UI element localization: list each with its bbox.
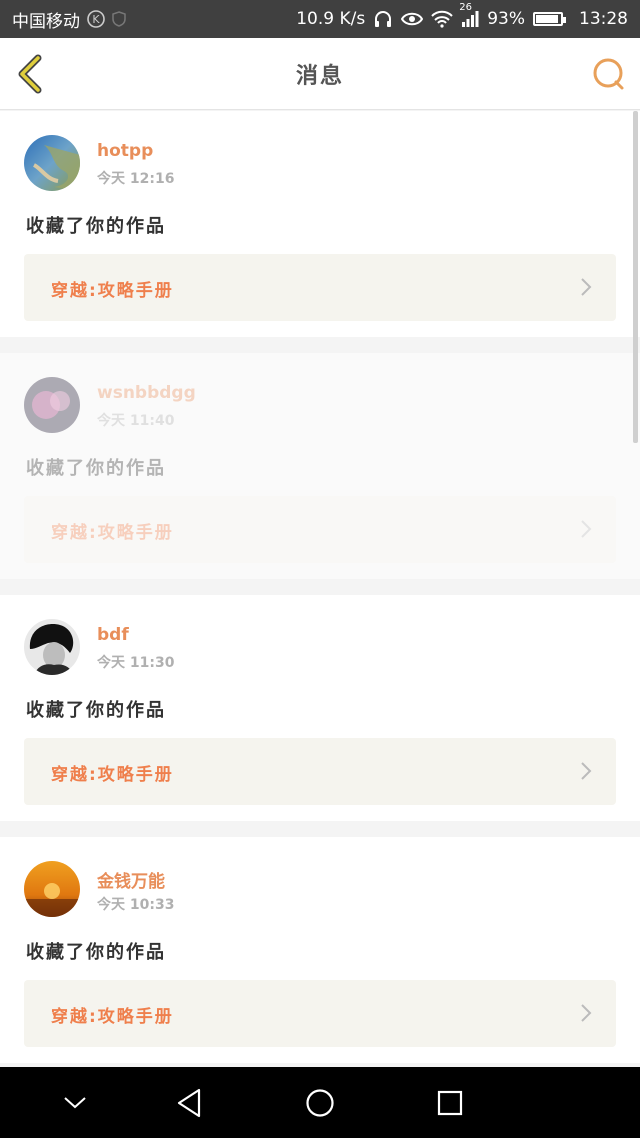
work-link[interactable]: 穿越:攻略手册 (24, 738, 616, 805)
message-text: 收藏了你的作品 (26, 942, 166, 963)
message-time: 今天 11:40 (97, 413, 175, 429)
message-card[interactable]: wsnbbdgg 今天 11:40 收藏了你的作品 穿越:攻略手册 (0, 353, 640, 579)
work-title: 穿越:攻略手册 (51, 281, 174, 301)
back-triangle-icon (177, 1088, 201, 1118)
header: 消息 (0, 38, 640, 110)
work-link[interactable]: 穿越:攻略手册 (24, 980, 616, 1047)
back-nav-button[interactable] (170, 1084, 208, 1122)
carrier-label: 中国移动 (12, 11, 80, 32)
avatar[interactable] (24, 135, 80, 191)
avatar[interactable] (24, 619, 80, 675)
message-text: 收藏了你的作品 (26, 216, 166, 237)
chevron-down-icon (64, 1097, 86, 1109)
message-card[interactable]: 金钱万能 今天 10:33 收藏了你的作品 穿越:攻略手册 (0, 837, 640, 1063)
battery-percent: 93% (487, 9, 525, 29)
chat-button[interactable] (590, 56, 626, 92)
chevron-right-icon (581, 278, 592, 296)
chevron-left-icon (18, 54, 42, 94)
username[interactable]: hotpp (97, 141, 153, 161)
scrollbar[interactable] (633, 111, 638, 443)
headphones-icon (373, 10, 393, 28)
network-speed: 10.9 K/s (296, 9, 366, 29)
network-type: 26 (459, 2, 472, 13)
message-time: 今天 12:16 (97, 171, 175, 187)
work-title: 穿越:攻略手册 (51, 765, 174, 785)
wifi-icon (431, 10, 453, 28)
work-title: 穿越:攻略手册 (51, 1007, 174, 1027)
avatar[interactable] (24, 861, 80, 917)
chevron-right-icon (581, 1004, 592, 1022)
username[interactable]: bdf (97, 625, 129, 645)
hide-nav-button[interactable] (56, 1084, 94, 1122)
chat-bubble-icon (593, 58, 624, 90)
message-text: 收藏了你的作品 (26, 700, 166, 721)
signal-icon: 26 (459, 2, 479, 28)
navigation-bar (0, 1067, 640, 1138)
home-nav-button[interactable] (301, 1084, 339, 1122)
eye-icon (401, 11, 424, 27)
chevron-right-icon (581, 520, 592, 538)
message-list[interactable]: hotpp 今天 12:16 收藏了你的作品 穿越:攻略手册 wsnbbdgg … (0, 111, 640, 1067)
home-circle-icon (306, 1089, 334, 1117)
recents-square-icon (437, 1090, 463, 1116)
back-button[interactable] (14, 54, 48, 94)
work-title: 穿越:攻略手册 (51, 523, 174, 543)
username[interactable]: wsnbbdgg (97, 383, 196, 403)
status-bar: 中国移动 K 10.9 K/s 26 93% 13:28 (0, 0, 640, 38)
chevron-right-icon (581, 762, 592, 780)
message-text: 收藏了你的作品 (26, 458, 166, 479)
avatar[interactable] (24, 377, 80, 433)
message-card[interactable]: hotpp 今天 12:16 收藏了你的作品 穿越:攻略手册 (0, 111, 640, 337)
page-title: 消息 (295, 63, 344, 89)
work-link[interactable]: 穿越:攻略手册 (24, 496, 616, 563)
clock: 13:28 (579, 9, 628, 29)
username[interactable]: 金钱万能 (97, 867, 165, 892)
work-link[interactable]: 穿越:攻略手册 (24, 254, 616, 321)
recents-nav-button[interactable] (431, 1084, 469, 1122)
shield-icon (112, 11, 126, 27)
message-card[interactable]: bdf 今天 11:30 收藏了你的作品 穿越:攻略手册 (0, 595, 640, 821)
message-time: 今天 10:33 (97, 897, 175, 913)
svg-text:K: K (92, 13, 100, 26)
message-time: 今天 11:30 (97, 655, 175, 671)
battery-icon (533, 12, 566, 26)
k-icon: K (86, 9, 106, 29)
